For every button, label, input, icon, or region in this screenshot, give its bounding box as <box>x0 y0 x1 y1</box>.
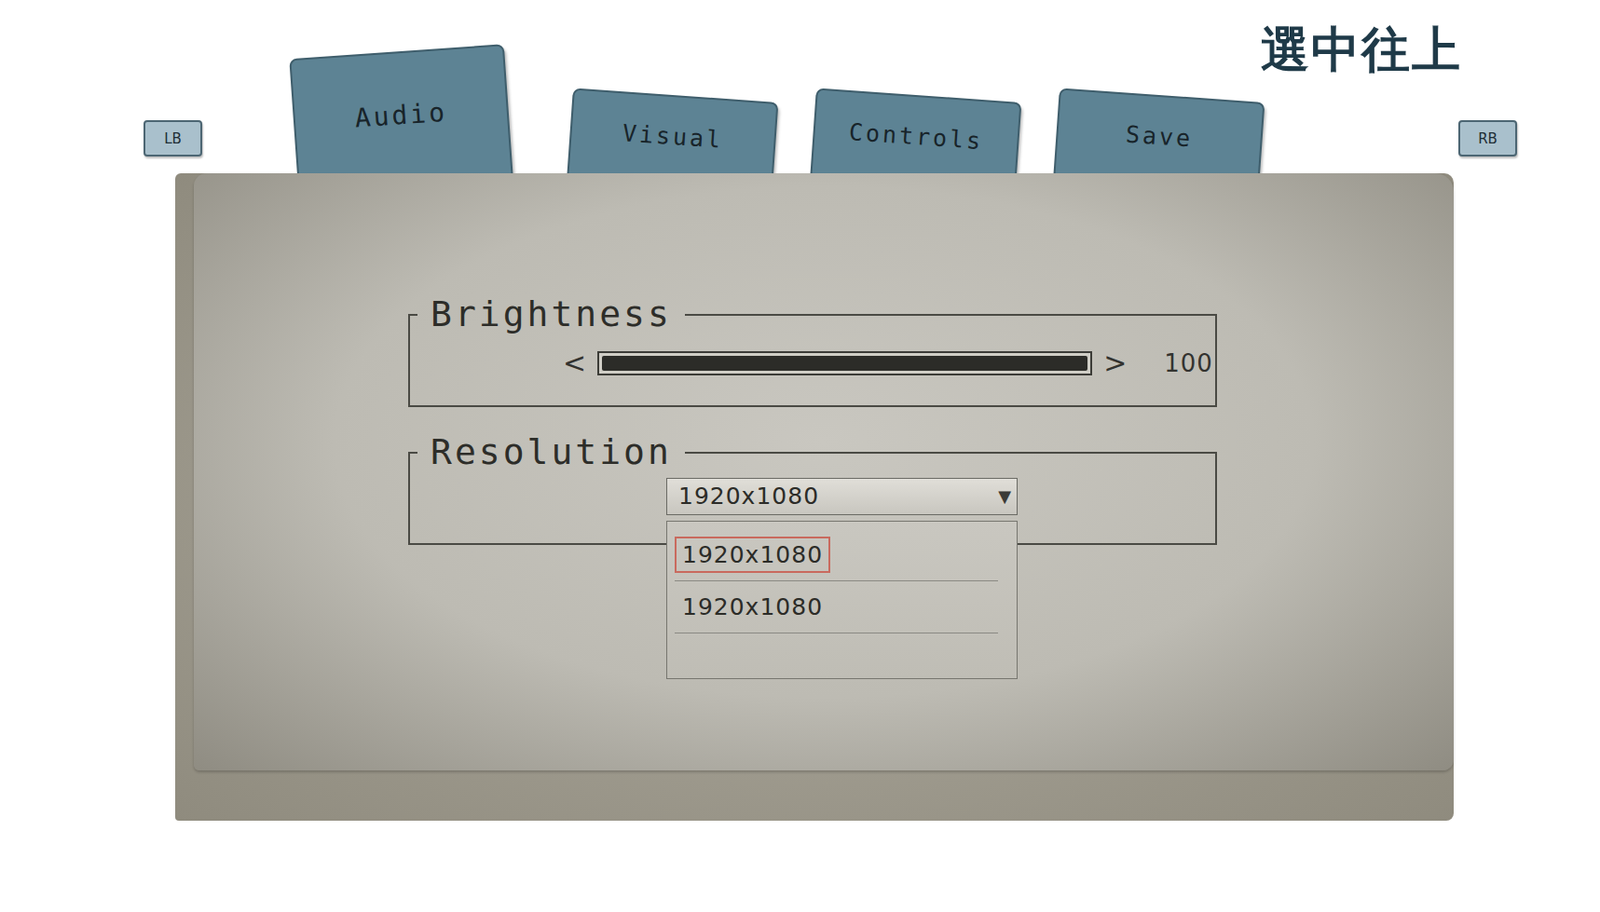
dropdown-option[interactable]: 1920x1080 <box>674 529 999 582</box>
brightness-group: Brightness < > 100 <box>408 293 1218 408</box>
slider-track[interactable] <box>597 351 1093 376</box>
resolution-group: Resolution 1920x1080 ▼ 1920x10801920x108… <box>408 431 1218 546</box>
left-shoulder-button[interactable]: LB <box>143 120 203 157</box>
resolution-dropdown: 1920x1080 ▼ 1920x10801920x1080 <box>666 478 1018 516</box>
paper-stack: Brightness < > 100 Resolution 1920x1080 … <box>175 173 1454 821</box>
right-shoulder-button[interactable]: RB <box>1458 120 1518 157</box>
tab[interactable]: Audio <box>288 43 513 192</box>
slider-fill <box>601 355 1088 371</box>
brightness-slider: < > 100 <box>410 340 1216 387</box>
dropdown-arrow-icon: ▼ <box>998 486 1012 506</box>
dropdown-field[interactable]: 1920x1080 ▼ <box>666 478 1018 516</box>
decrease-button[interactable]: < <box>557 349 592 378</box>
brightness-label: Brightness <box>417 293 685 337</box>
dropdown-list: 1920x10801920x1080 <box>666 520 1018 680</box>
brightness-reading: 100 <box>1163 349 1214 378</box>
resolution-label: Resolution <box>417 431 685 475</box>
tabs: AudioVisualControlsSave <box>298 51 1259 185</box>
dropdown-option[interactable]: 1920x1080 <box>674 581 999 634</box>
settings-panel: Brightness < > 100 Resolution 1920x1080 … <box>193 173 1454 771</box>
increase-button[interactable]: > <box>1097 349 1133 378</box>
hint-text: 選中往上 <box>1260 20 1463 79</box>
settings-screen: 選中往上 LB AudioVisualControlsSave RB Brigh… <box>0 0 1600 912</box>
